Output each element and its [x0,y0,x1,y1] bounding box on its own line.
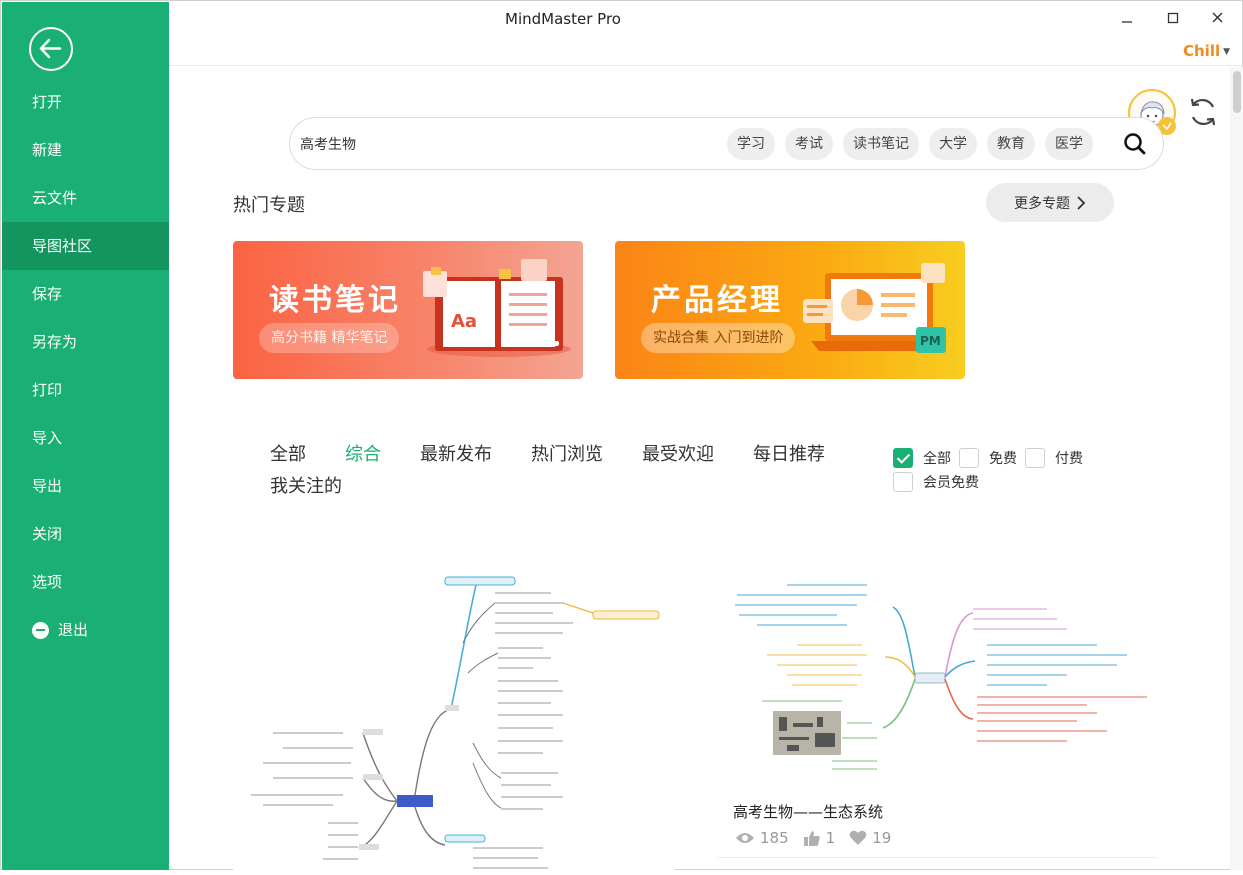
eye-icon [736,833,754,843]
hot-topics-title: 热门专题 [233,195,305,216]
maximize-button[interactable] [1161,8,1185,28]
refresh-icon [1190,98,1216,126]
checkbox-icon[interactable] [893,472,913,492]
tab-following[interactable]: 我关注的 [270,473,342,505]
sidebar-menu: 打开 新建 云文件 导图社区 保存 另存为 打印 导入 导出 关闭 选项 退出 [2,78,169,654]
more-topics-button[interactable]: 更多专题 [986,183,1114,222]
checkbox-label: 全部 [923,451,951,467]
sidebar-item-options[interactable]: 选项 [2,558,169,606]
views-stat: 185 [735,829,789,847]
search-button[interactable] [1123,132,1147,156]
app-title: MindMaster Pro [505,10,621,28]
checkbox-checked-icon[interactable] [893,448,913,468]
search-tag[interactable]: 学习 [727,128,775,160]
mindmap-card[interactable]: 高考生物——生态系统 185 1 19 [717,573,1158,858]
filter-paid-checkbox[interactable]: 付费 [1025,448,1083,468]
filter-member-free-checkbox[interactable]: 会员免费 [893,472,979,492]
checkbox-icon[interactable] [959,448,979,468]
sidebar-item-save[interactable]: 保存 [2,270,169,318]
exit-label: 退出 [58,621,89,639]
banner-subtitle: 高分书籍 精华笔记 [259,323,400,353]
sidebar-item-import[interactable]: 导入 [2,414,169,462]
refresh-button[interactable] [1186,95,1220,129]
svg-text:Aa: Aa [451,311,477,332]
sidebar-item-community[interactable]: 导图社区 [2,222,169,270]
minimize-button[interactable] [1115,8,1139,28]
filter-tabs: 全部 综合 最新发布 热门浏览 最受欢迎 每日推荐我关注的 [270,441,870,505]
user-menu[interactable]: Chill ▼ [1183,42,1230,60]
search-tag[interactable]: 医学 [1045,128,1093,160]
tab-most-liked[interactable]: 最受欢迎 [642,441,714,473]
likes-stat[interactable]: 1 [803,829,836,847]
sidebar: 打开 新建 云文件 导图社区 保存 另存为 打印 导入 导出 关闭 选项 退出 [2,2,169,870]
title-bar: MindMaster Pro Chill ▼ [169,2,1243,66]
minimize-icon [1122,21,1132,23]
checkbox-label: 会员免费 [923,475,979,491]
arrow-left-icon [39,38,62,59]
chevron-right-icon [1077,195,1086,210]
search-tags: 学习 考试 读书笔记 大学 教育 医学 [727,128,1103,160]
favorites-count: 19 [872,829,892,847]
search-bar: 学习 考试 读书笔记 大学 教育 医学 [289,117,1164,170]
filter-free-checkbox[interactable]: 免费 [959,448,1017,468]
banner-subtitle: 实战合集 入门到进阶 [641,323,796,353]
sidebar-item-exit[interactable]: 退出 [2,606,169,654]
card-stats: 185 1 19 [735,829,905,847]
favorites-stat[interactable]: 19 [849,829,891,847]
tab-comprehensive[interactable]: 综合 [345,441,381,473]
card-title: 高考生物——生态系统 [733,803,884,821]
scrollbar-thumb[interactable] [1233,71,1241,113]
search-input[interactable] [300,132,600,156]
tab-daily-picks[interactable]: 每日推荐 [753,441,825,473]
sidebar-item-new[interactable]: 新建 [2,126,169,174]
filter-all-checkbox[interactable]: 全部 [893,448,951,468]
search-tag[interactable]: 考试 [785,128,833,160]
likes-count: 1 [825,829,836,847]
tab-all[interactable]: 全部 [270,441,306,473]
topic-banner-product-manager[interactable]: 产品经理 实战合集 入门到进阶 PM [615,241,965,379]
maximize-icon [1167,12,1179,24]
search-icon [1124,133,1146,155]
mindmap-card[interactable] [233,573,675,871]
sidebar-item-export[interactable]: 导出 [2,462,169,510]
svg-text:PM: PM [920,334,941,348]
sidebar-item-cloud-files[interactable]: 云文件 [2,174,169,222]
mindmap-thumbnail [735,584,1147,770]
banner-title: 产品经理 [651,283,783,318]
search-tag[interactable]: 读书笔记 [843,128,919,160]
tab-hot-views[interactable]: 热门浏览 [531,441,603,473]
tab-latest[interactable]: 最新发布 [420,441,492,473]
heart-icon [849,830,867,845]
book-illustration-icon: Aa [423,259,571,357]
more-topics-label: 更多专题 [1014,195,1070,212]
mindmap-thumbnail [251,576,660,869]
search-tag[interactable]: 教育 [987,128,1035,160]
thumbs-up-icon [803,830,820,846]
checkbox-icon[interactable] [1025,448,1045,468]
app-window: 打开 新建 云文件 导图社区 保存 另存为 打印 导入 导出 关闭 选项 退出 … [0,0,1243,871]
price-filters: 全部 免费 付费 会员免费 [893,448,1123,496]
sidebar-item-open[interactable]: 打开 [2,78,169,126]
search-tag[interactable]: 大学 [929,128,977,160]
sidebar-item-save-as[interactable]: 另存为 [2,318,169,366]
laptop-illustration-icon: PM [803,263,947,353]
vertical-scrollbar[interactable] [1230,67,1243,870]
topic-banner-reading-notes[interactable]: 读书笔记 高分书籍 精华笔记 Aa [233,241,583,379]
sidebar-item-print[interactable]: 打印 [2,366,169,414]
close-icon [1212,12,1223,23]
minus-circle-icon [32,621,49,639]
back-button[interactable] [29,27,73,71]
caret-down-icon: ▼ [1223,47,1231,57]
user-name: Chill [1183,42,1221,60]
checkbox-label: 付费 [1055,451,1083,467]
checkbox-label: 免费 [989,451,1017,467]
views-count: 185 [760,829,789,847]
banner-title: 读书笔记 [269,283,401,318]
sidebar-item-close[interactable]: 关闭 [2,510,169,558]
close-button[interactable] [1205,8,1229,28]
